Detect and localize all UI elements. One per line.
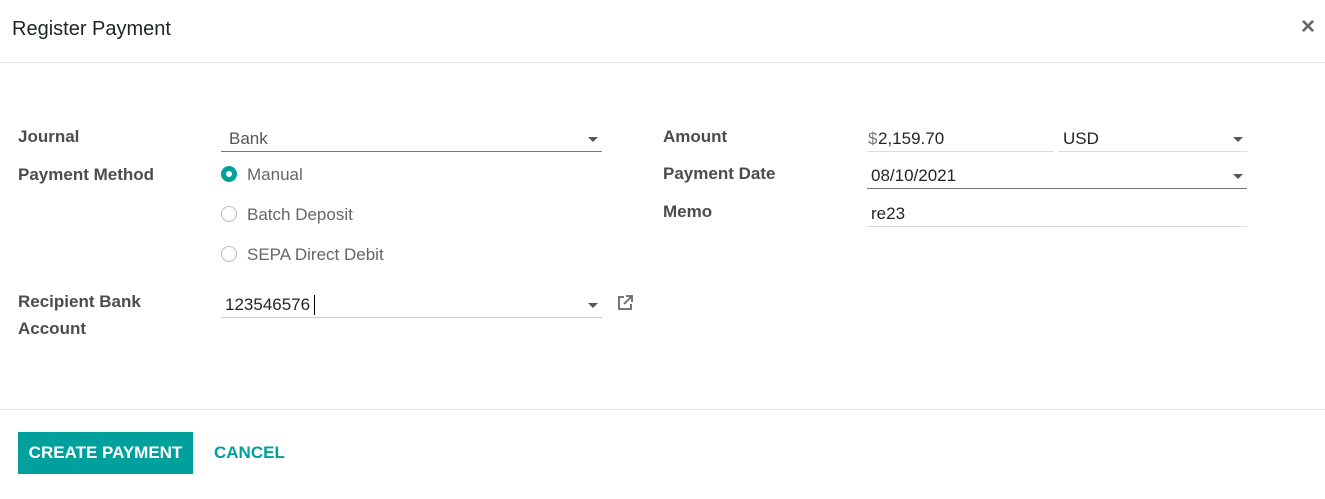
journal-value: Bank	[229, 129, 268, 148]
chevron-down-icon	[588, 303, 598, 308]
recipient-bank-select[interactable]: 123546576	[221, 292, 602, 318]
dialog-footer: CREATE PAYMENT CANCEL	[0, 409, 1325, 499]
amount-value: 2,159.70	[878, 129, 945, 148]
currency-value: USD	[1063, 129, 1099, 148]
memo-input[interactable]: re23	[867, 201, 1247, 227]
chevron-down-icon	[588, 137, 598, 142]
chevron-down-icon	[1233, 174, 1243, 179]
recipient-bank-label-line1: Recipient Bank	[18, 292, 141, 311]
text-cursor	[314, 295, 315, 315]
radio-label: SEPA Direct Debit	[247, 245, 384, 264]
register-payment-dialog: Register Payment × Journal Bank Payment …	[0, 0, 1325, 499]
cancel-button[interactable]: CANCEL	[214, 432, 285, 474]
currency-select[interactable]: USD	[1058, 126, 1247, 152]
payment-date-label: Payment Date	[663, 164, 776, 183]
create-payment-button[interactable]: CREATE PAYMENT	[18, 432, 193, 474]
radio-manual[interactable]	[221, 166, 237, 182]
recipient-bank-value: 123546576	[225, 295, 311, 314]
journal-select[interactable]: Bank	[221, 126, 602, 152]
radio-label: Batch Deposit	[247, 205, 353, 224]
radio-sepa-direct-debit[interactable]	[221, 246, 237, 262]
dialog-title: Register Payment	[12, 18, 171, 40]
currency-symbol: $	[868, 129, 878, 148]
journal-label: Journal	[18, 127, 80, 146]
memo-value: re23	[871, 204, 906, 223]
payment-date-value: 08/10/2021	[871, 166, 957, 185]
payment-date-input[interactable]: 08/10/2021	[867, 163, 1247, 189]
chevron-down-icon	[1233, 137, 1243, 142]
external-link-icon[interactable]	[615, 293, 635, 313]
radio-batch-deposit[interactable]	[221, 206, 237, 222]
recipient-bank-label-line2: Account	[18, 319, 86, 338]
dialog-header: Register Payment ×	[0, 0, 1325, 63]
payment-method-label: Payment Method	[18, 165, 155, 184]
amount-label: Amount	[663, 127, 728, 146]
amount-input[interactable]: $ 2,159.70	[867, 126, 1054, 152]
radio-label: Manual	[247, 165, 303, 184]
close-icon[interactable]: ×	[1301, 15, 1315, 39]
memo-label: Memo	[663, 202, 713, 221]
